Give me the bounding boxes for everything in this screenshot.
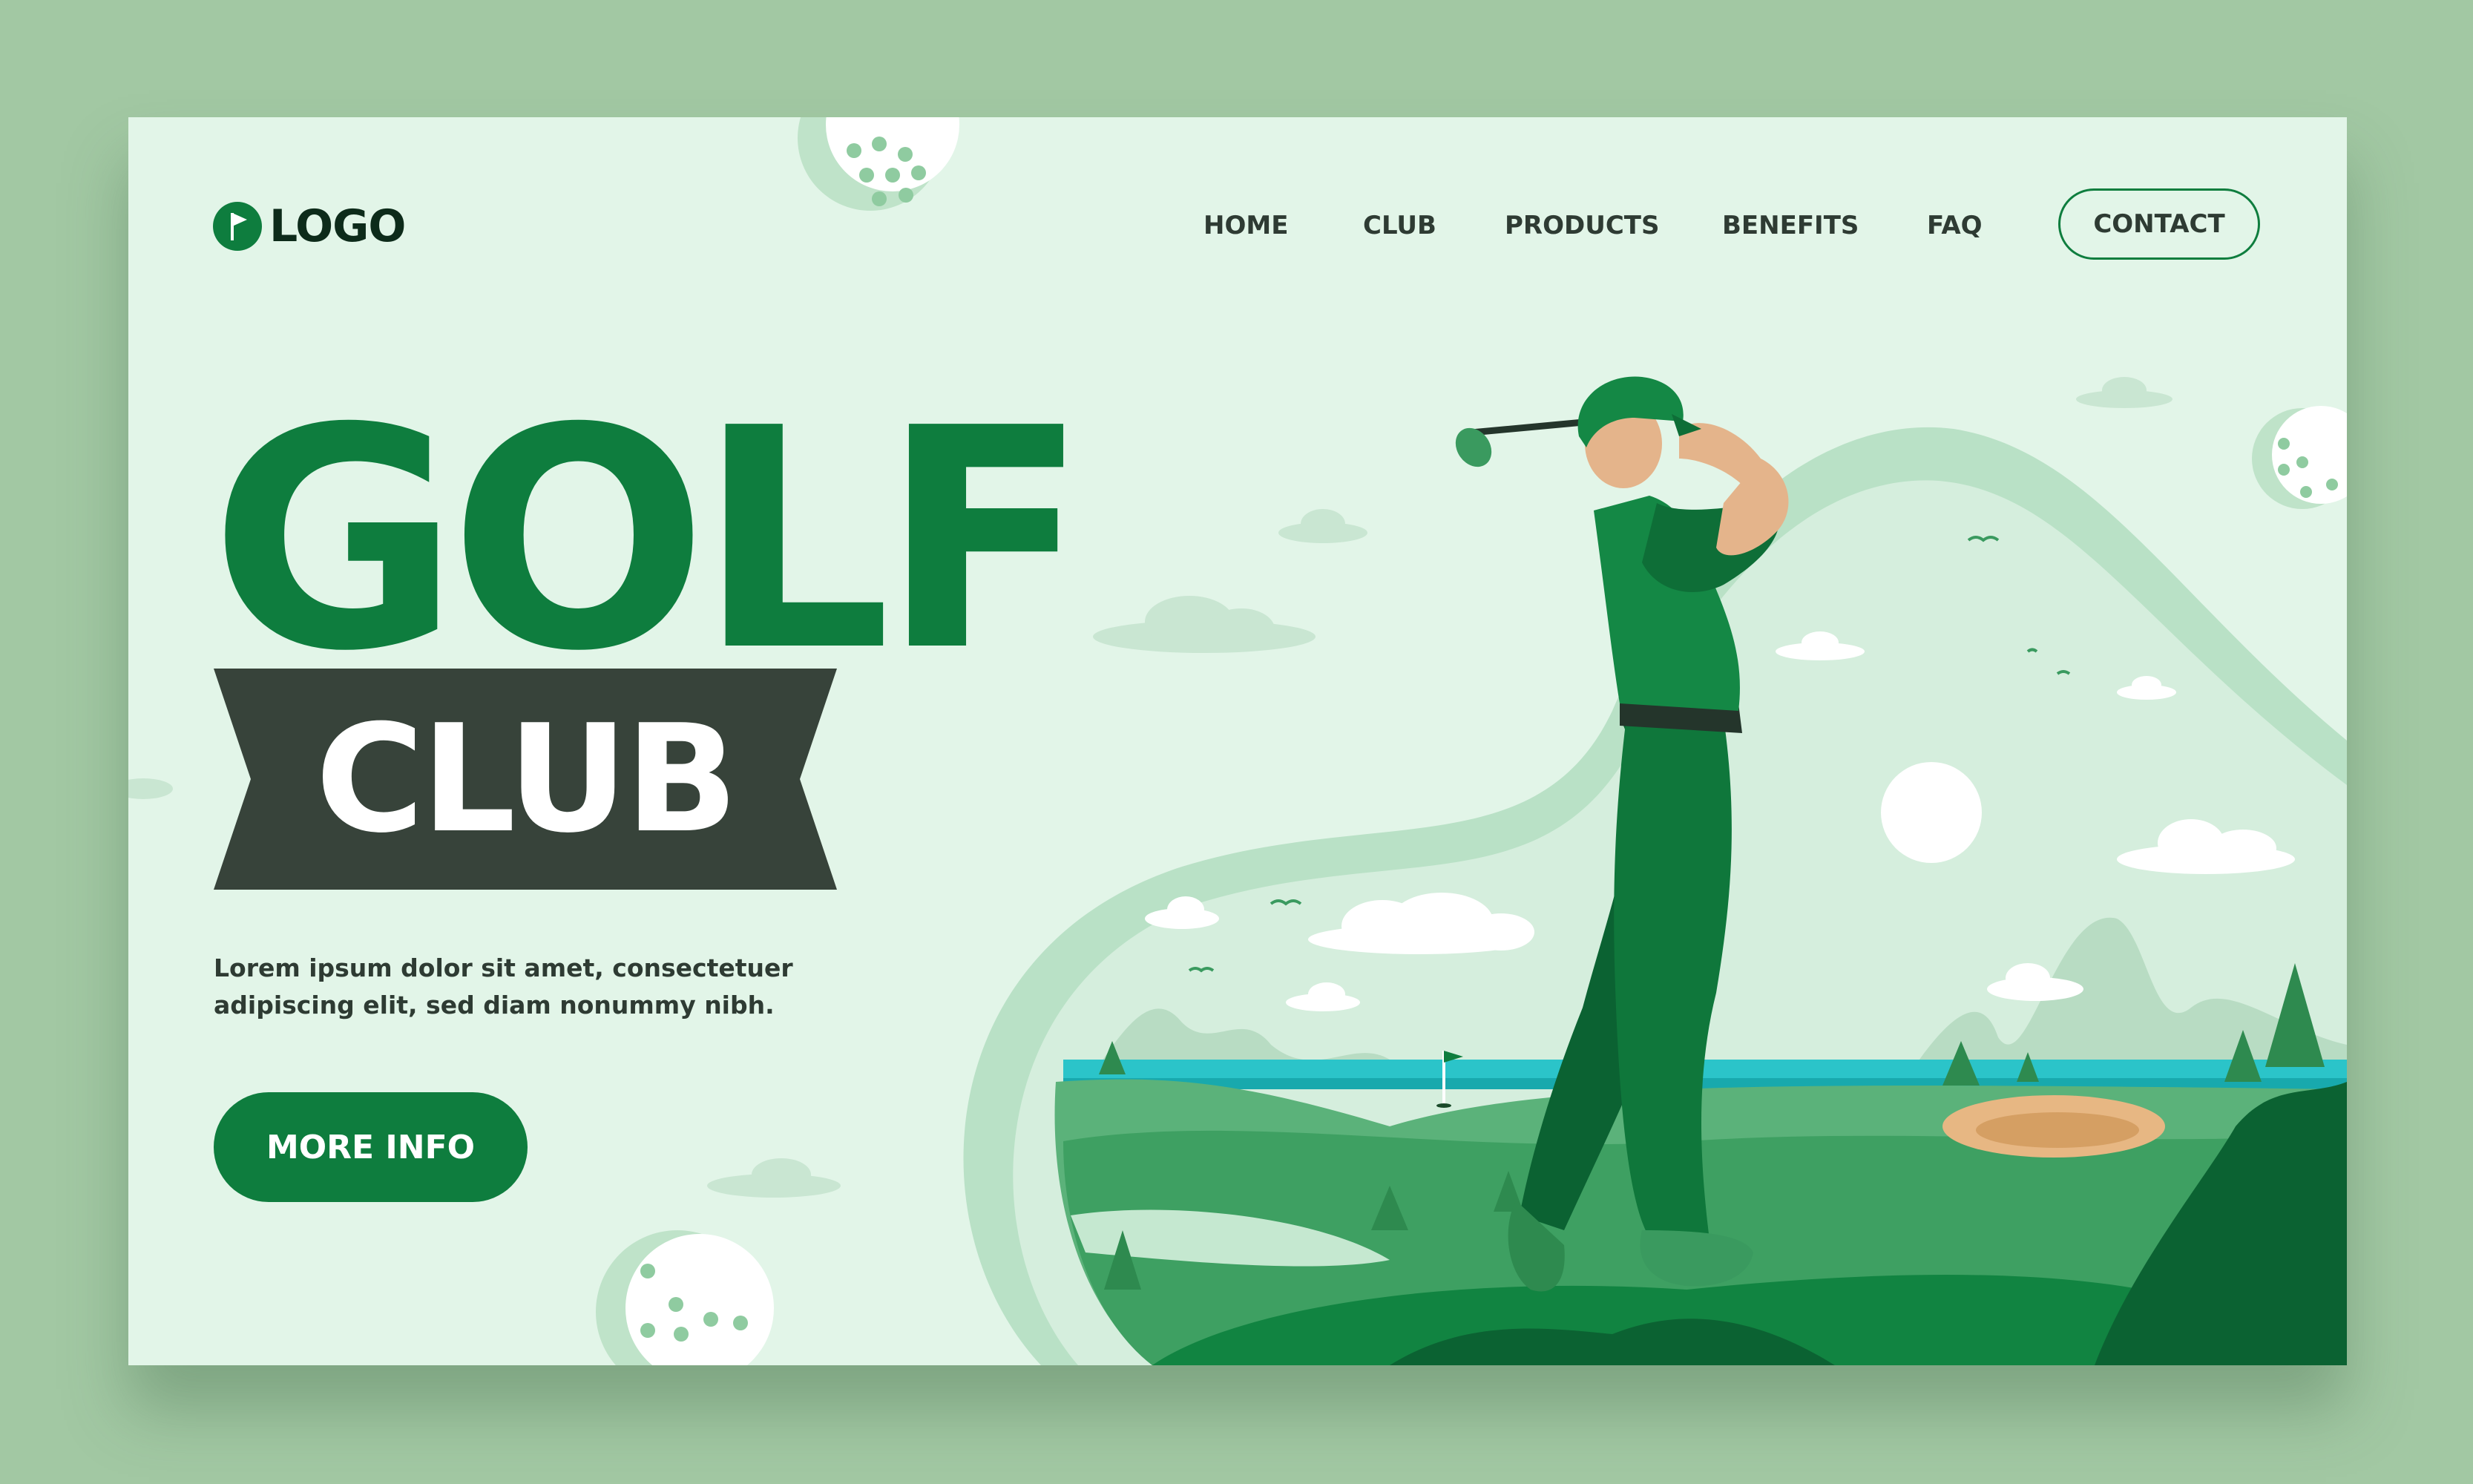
nav-item-club[interactable]: CLUB — [1363, 211, 1436, 240]
hero-subtitle-banner: CLUB — [214, 669, 837, 890]
more-info-button[interactable]: MORE INFO — [214, 1092, 528, 1202]
top-navigation: LOGO HOME CLUB PRODUCTS BENEFITS FAQ CON… — [128, 117, 2347, 332]
contact-button[interactable]: CONTACT — [2058, 188, 2260, 260]
hero-title: GOLF — [210, 363, 1088, 718]
nav-item-faq[interactable]: FAQ — [1927, 211, 1983, 240]
nav-item-products[interactable]: PRODUCTS — [1505, 211, 1659, 240]
nav-item-benefits[interactable]: BENEFITS — [1722, 211, 1859, 240]
hero-description: Lorem ipsum dolor sit amet, consectetuer… — [214, 953, 793, 1020]
nav-item-home[interactable]: HOME — [1203, 211, 1288, 240]
hero-subtitle: CLUB — [315, 692, 738, 866]
logo[interactable]: LOGO — [213, 200, 406, 252]
logo-text: LOGO — [269, 200, 406, 252]
landing-page: LOGO HOME CLUB PRODUCTS BENEFITS FAQ CON… — [128, 117, 2347, 1365]
golf-flag-icon — [213, 202, 262, 251]
